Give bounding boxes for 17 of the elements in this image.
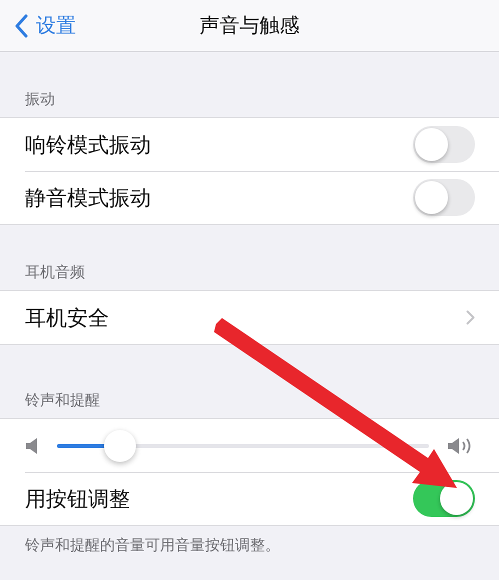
section-header: 振动 bbox=[24, 89, 56, 110]
section-footer: 铃声和提醒的音量可用音量按钮调整。 bbox=[0, 526, 305, 565]
back-button[interactable]: 设置 bbox=[14, 12, 76, 39]
section-header: 耳机音频 bbox=[24, 262, 86, 283]
row-label: 静音模式振动 bbox=[25, 184, 151, 212]
chevron-left-icon bbox=[14, 14, 28, 38]
toggle-switch[interactable] bbox=[413, 126, 475, 163]
toggle-switch[interactable] bbox=[413, 480, 475, 517]
speaker-low-icon bbox=[25, 436, 39, 454]
toggle-switch[interactable] bbox=[413, 179, 475, 216]
back-label: 设置 bbox=[36, 12, 76, 39]
page-title: 声音与触感 bbox=[200, 12, 300, 39]
row-label: 用按钮调整 bbox=[25, 486, 130, 512]
row-label: 耳机安全 bbox=[25, 304, 109, 332]
chevron-right-icon bbox=[466, 310, 475, 325]
section-header: 铃声和提醒 bbox=[24, 390, 101, 411]
row-label: 响铃模式振动 bbox=[25, 132, 151, 158]
